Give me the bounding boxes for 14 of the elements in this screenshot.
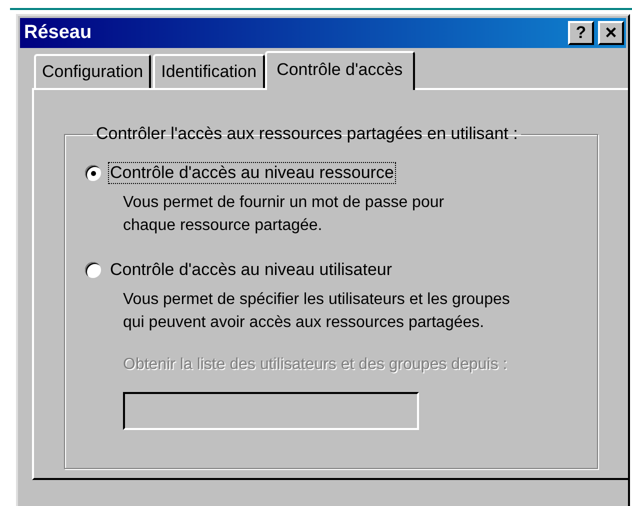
option-description: Vous permet de spécifier les utilisateurs et les groupes qui peuvent avoir accès aux ressources partagées. <box>123 290 511 333</box>
tab[interactable]: Identification <box>153 54 265 88</box>
help-button[interactable]: ? <box>568 21 594 45</box>
tab[interactable]: Contrôle d'accès <box>264 51 415 90</box>
radio-label[interactable]: Contrôle d'accès au niveau utilisateur <box>108 259 394 281</box>
tab[interactable]: Configuration <box>34 54 152 88</box>
source-label: Obtenir la liste des utilisateurs et des groupes depuis : <box>123 356 508 374</box>
radio-button[interactable] <box>85 165 101 181</box>
radio-label[interactable]: Contrôle d'accès au niveau ressource <box>108 162 396 184</box>
close-button[interactable]: × <box>598 21 624 45</box>
radio-button[interactable] <box>85 262 101 278</box>
option-description: Vous permet de fournir un mot de passe pour chaque ressource partagée. <box>123 193 446 236</box>
group-label: Contrôler l'accès aux ressources partagées en utilisant : <box>95 124 519 144</box>
window-title: Réseau <box>24 22 93 44</box>
